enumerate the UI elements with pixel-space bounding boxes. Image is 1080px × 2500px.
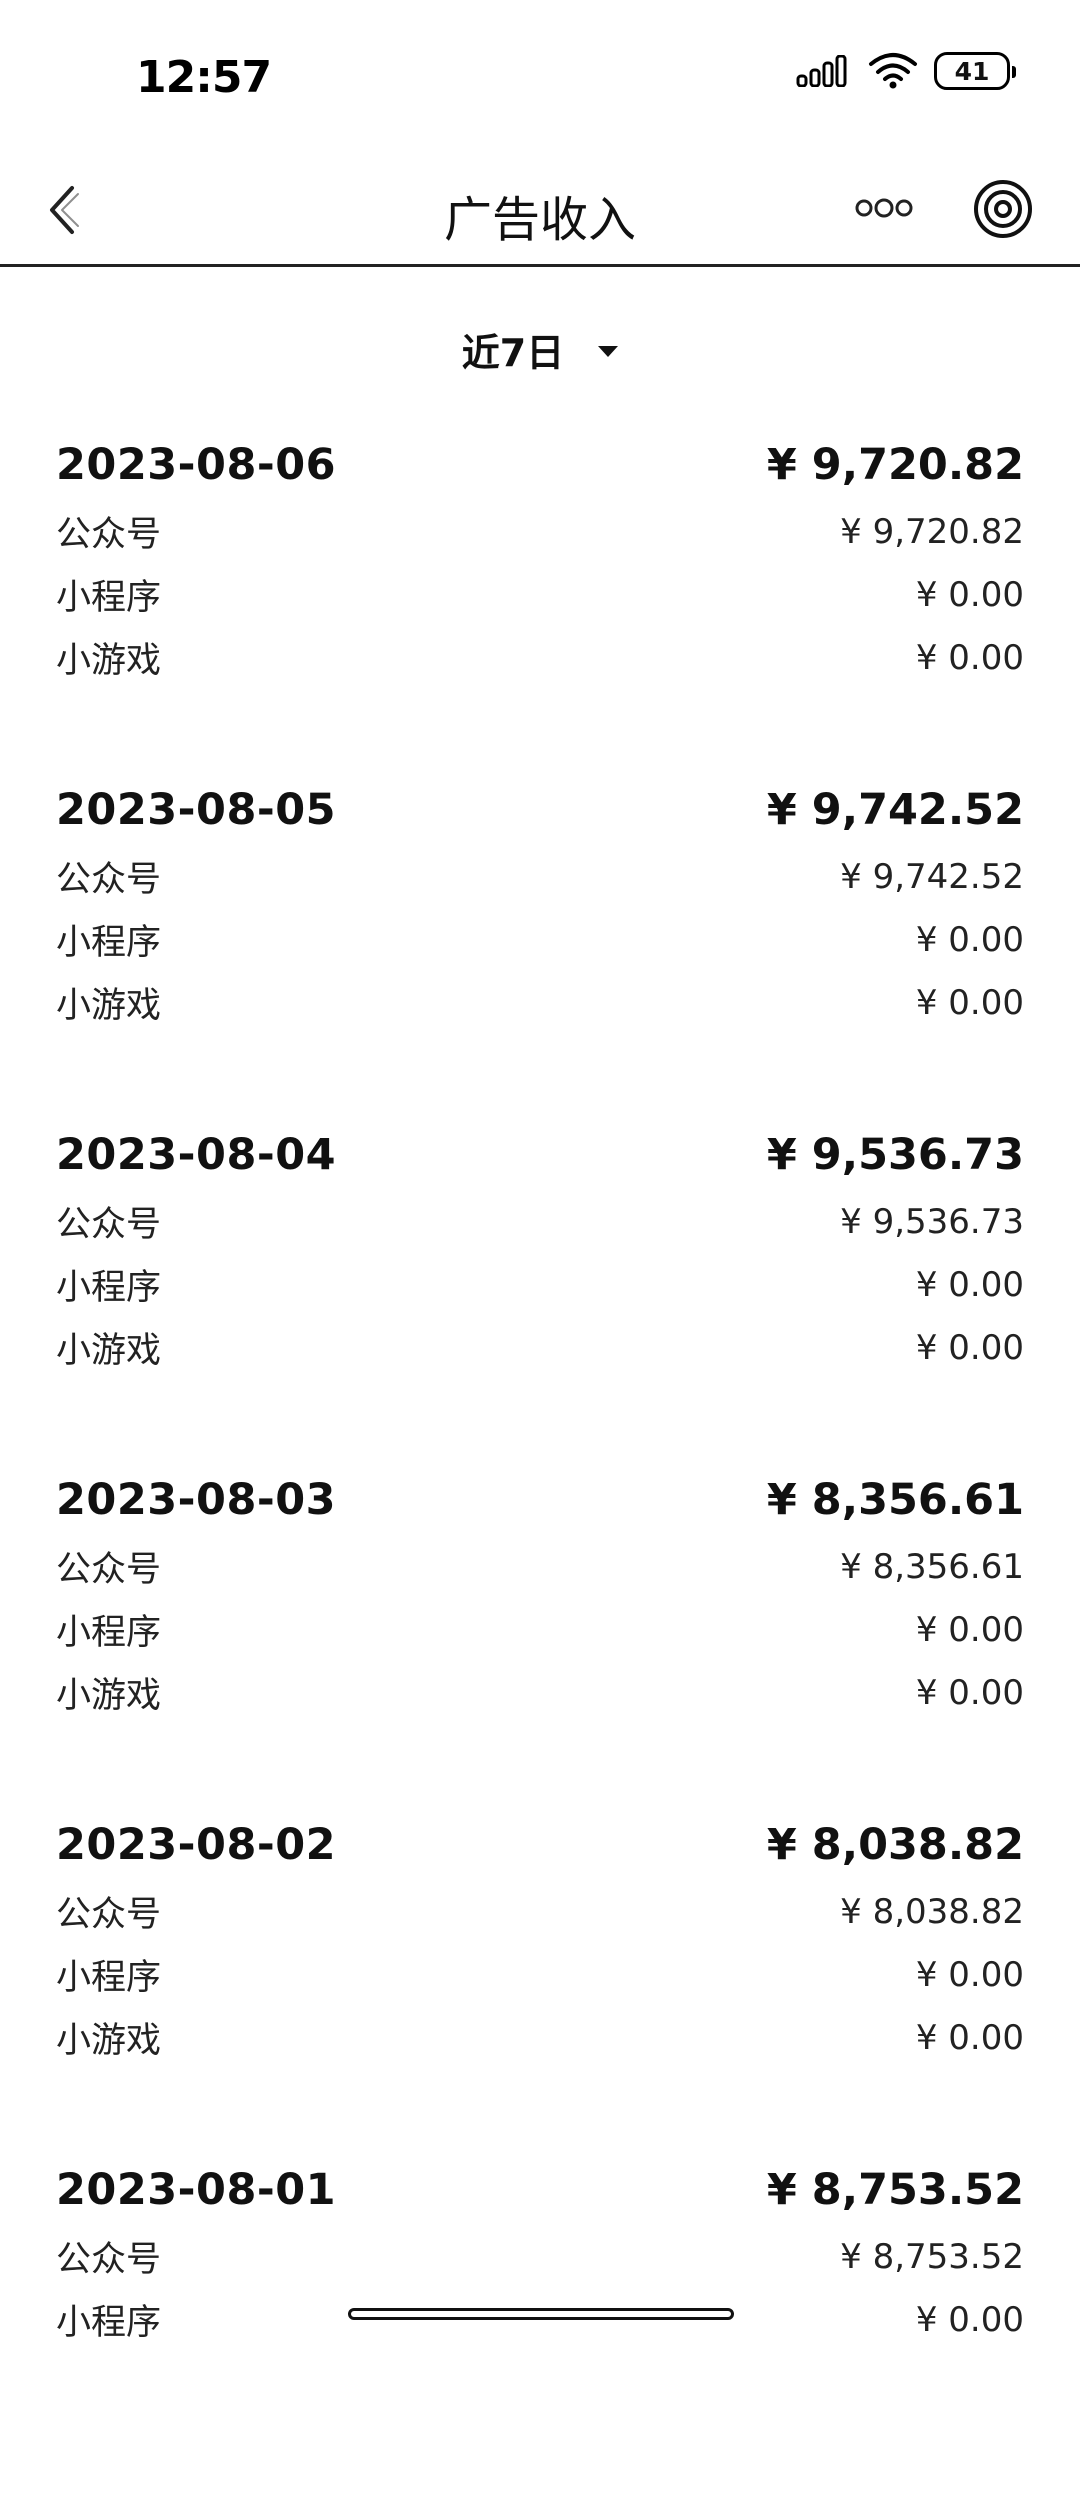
income-amount: ¥ 9,720.82 [840,511,1024,552]
income-row: 小程序 ¥ 0.00 [56,1253,1024,1316]
page-title: 广告收入 [443,192,636,248]
income-source: 公众号 [56,860,162,900]
status-time: 12:57 [136,52,272,103]
income-amount: ¥ 0.00 [915,1954,1024,1995]
income-source: 小程序 [56,923,162,963]
day-header: 2023-08-02 ¥ 8,038.82 [56,1810,1024,1880]
income-row: 小游戏 ¥ 0.00 [56,1661,1024,1724]
day-date: 2023-08-06 [56,440,337,490]
signal-icon [796,55,847,87]
income-source: 公众号 [56,1205,162,1245]
day-header: 2023-08-01 ¥ 8,753.52 [56,2155,1024,2225]
income-row: 小程序 ¥ 0.00 [56,908,1024,971]
day-total: ¥ 8,356.61 [766,1475,1024,1525]
income-list: 2023-08-06 ¥ 9,720.82 公众号 ¥ 9,720.82 小程序… [56,430,1024,2500]
income-row: 小程序 ¥ 0.00 [56,1943,1024,2006]
more-options-icon[interactable] [852,188,916,228]
income-amount: ¥ 8,753.52 [840,2236,1024,2277]
day-total: ¥ 8,753.52 [766,2165,1024,2215]
income-amount: ¥ 0.00 [915,574,1024,615]
nav-bar: 广告收入 [0,150,1080,267]
income-row: 公众号 ¥ 9,742.52 [56,845,1024,908]
income-row: 小游戏 ¥ 0.00 [56,1316,1024,1379]
income-amount: ¥ 8,038.82 [840,1891,1024,1932]
caret-down-icon [598,346,619,357]
battery-indicator: 41 [934,52,1016,90]
status-icons: 41 [796,52,1016,90]
day-group: 2023-08-02 ¥ 8,038.82 公众号 ¥ 8,038.82 小程序… [56,1810,1024,2155]
income-source: 小游戏 [56,1676,162,1716]
income-row: 小游戏 ¥ 0.00 [56,626,1024,689]
income-amount: ¥ 0.00 [915,2299,1024,2340]
income-source: 小游戏 [56,641,162,681]
income-source: 小程序 [56,1958,162,1998]
income-amount: ¥ 9,742.52 [840,856,1024,897]
day-group: 2023-08-05 ¥ 9,742.52 公众号 ¥ 9,742.52 小程序… [56,775,1024,1120]
day-date: 2023-08-01 [56,2165,337,2215]
income-source: 小游戏 [56,1331,162,1371]
income-amount: ¥ 0.00 [915,637,1024,678]
day-date: 2023-08-05 [56,785,337,835]
income-row: 公众号 ¥ 8,753.52 [56,2225,1024,2288]
income-amount: ¥ 0.00 [915,1609,1024,1650]
income-amount: ¥ 0.00 [915,2017,1024,2058]
day-date: 2023-08-03 [56,1475,337,1525]
income-row: 小程序 ¥ 0.00 [56,563,1024,626]
day-header: 2023-08-03 ¥ 8,356.61 [56,1465,1024,1535]
income-source: 小程序 [56,1268,162,1308]
income-row: 小程序 ¥ 0.00 [56,1598,1024,1661]
income-source: 公众号 [56,515,162,555]
wifi-icon [869,53,917,89]
day-header: 2023-08-04 ¥ 9,536.73 [56,1120,1024,1190]
day-total: ¥ 9,536.73 [766,1130,1024,1180]
income-source: 小程序 [56,1613,162,1653]
income-row: 公众号 ¥ 8,038.82 [56,1880,1024,1943]
income-amount: ¥ 0.00 [915,982,1024,1023]
income-source: 小程序 [56,578,162,618]
day-group: 2023-08-06 ¥ 9,720.82 公众号 ¥ 9,720.82 小程序… [56,430,1024,775]
income-source: 小游戏 [56,986,162,1026]
home-indicator[interactable] [348,2308,734,2320]
income-row: 小游戏 ¥ 0.00 [56,2006,1024,2069]
date-range-dropdown[interactable]: 近7日 [0,322,1080,377]
date-range-label: 近7日 [461,331,565,375]
income-amount: ¥ 0.00 [915,919,1024,960]
income-row: 公众号 ¥ 9,720.82 [56,500,1024,563]
income-amount: ¥ 8,356.61 [840,1546,1024,1587]
income-source: 小程序 [56,2303,162,2343]
income-source: 小游戏 [56,2021,162,2061]
day-total: ¥ 9,742.52 [766,785,1024,835]
income-source: 公众号 [56,2240,162,2280]
day-header: 2023-08-06 ¥ 9,720.82 [56,430,1024,500]
day-date: 2023-08-04 [56,1130,337,1180]
day-total: ¥ 8,038.82 [766,1820,1024,1870]
day-group: 2023-08-04 ¥ 9,536.73 公众号 ¥ 9,536.73 小程序… [56,1120,1024,1465]
income-amount: ¥ 0.00 [915,1672,1024,1713]
income-source: 公众号 [56,1895,162,1935]
income-row: 公众号 ¥ 8,356.61 [56,1535,1024,1598]
income-amount: ¥ 0.00 [915,1264,1024,1305]
status-bar: 12:57 41 [0,0,1080,150]
day-group: 2023-08-03 ¥ 8,356.61 公众号 ¥ 8,356.61 小程序… [56,1465,1024,1810]
income-row: 小游戏 ¥ 0.00 [56,971,1024,1034]
income-amount: ¥ 9,536.73 [840,1201,1024,1242]
income-row: 公众号 ¥ 9,536.73 [56,1190,1024,1253]
day-group: 2023-08-01 ¥ 8,753.52 公众号 ¥ 8,753.52 小程序… [56,2155,1024,2500]
day-total: ¥ 9,720.82 [766,440,1024,490]
day-header: 2023-08-05 ¥ 9,742.52 [56,775,1024,845]
income-amount: ¥ 0.00 [915,1327,1024,1368]
day-date: 2023-08-02 [56,1820,337,1870]
income-source: 公众号 [56,1550,162,1590]
target-icon[interactable] [972,178,1034,240]
battery-level: 41 [954,56,990,86]
